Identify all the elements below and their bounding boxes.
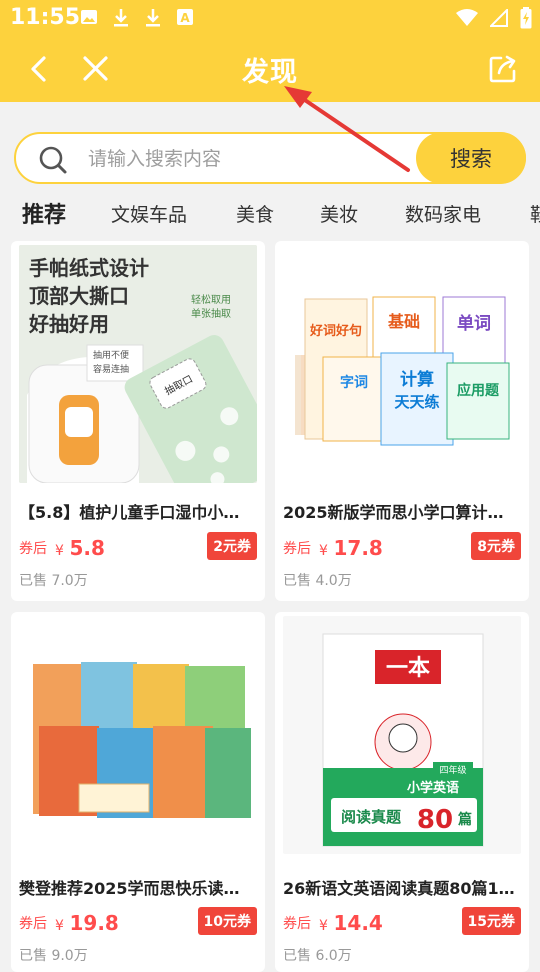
sold-count: 已售 9.0万 <box>19 948 88 964</box>
product-image <box>19 616 257 854</box>
product-title: 樊登推荐2025学而思快乐读… <box>19 879 240 898</box>
image-caption: 抽用不便 <box>93 349 129 361</box>
price-value: 14.4 <box>333 911 383 935</box>
image-caption: 计算 <box>400 369 434 390</box>
price-row: 券后 ¥ 19.8 10元券 <box>19 907 257 935</box>
tab-entertainment-car[interactable]: 文娱车品 <box>111 200 187 227</box>
price-row: 券后 ¥ 17.8 8元券 <box>283 532 521 560</box>
image-caption: 单词 <box>457 313 491 334</box>
image-caption: 小学英语 <box>407 780 459 796</box>
price-row: 券后 ¥ 5.8 2元券 <box>19 532 257 560</box>
image-caption: 容易连抽 <box>93 363 129 375</box>
after-coupon-label: 券后 <box>283 916 311 932</box>
category-tabs: 推荐 文娱车品 美食 美妆 数码家电 鞋 <box>0 196 540 232</box>
currency-symbol: ¥ <box>55 918 64 934</box>
image-caption: 单张抽取 <box>191 307 231 320</box>
product-image: 手帕纸式设计 顶部大撕口 好抽好用 抽用不便 容易连抽 抽取口 轻松取用 单张抽… <box>19 245 257 483</box>
after-coupon-label: 券后 <box>19 916 47 932</box>
product-title: 26新语文英语阅读真题80篇1… <box>283 879 515 898</box>
coupon-badge: 10元券 <box>197 907 257 935</box>
image-caption: 80 <box>417 805 453 835</box>
price-value: 19.8 <box>69 911 119 935</box>
image-caption: 应用题 <box>457 382 500 399</box>
image-caption: 手帕纸式设计 <box>29 256 149 280</box>
image-caption: 好词好句 <box>309 323 362 339</box>
product-image: 好词好句 基础 单词 字词 计算 天天练 应用题 <box>283 245 521 483</box>
sold-count: 已售 6.0万 <box>283 948 352 964</box>
image-caption: 阅读真题 <box>341 808 402 826</box>
currency-symbol: ¥ <box>55 543 64 559</box>
image-caption: 篇 <box>457 811 472 828</box>
price: ¥ 14.4 <box>319 911 383 935</box>
tab-digital-appliances[interactable]: 数码家电 <box>405 200 481 227</box>
product-title: 2025新版学而思小学口算计… <box>283 503 504 522</box>
currency-symbol: ¥ <box>319 918 328 934</box>
price-value: 17.8 <box>333 536 383 560</box>
product-card[interactable]: 手帕纸式设计 顶部大撕口 好抽好用 抽用不便 容易连抽 抽取口 轻松取用 单张抽… <box>11 241 265 601</box>
price-row: 券后 ¥ 14.4 15元券 <box>283 907 521 935</box>
image-caption: 基础 <box>387 312 420 331</box>
after-coupon-label: 券后 <box>283 541 311 557</box>
annotation-arrow <box>284 86 410 172</box>
image-caption: 轻松取用 <box>191 293 231 306</box>
price: ¥ 17.8 <box>319 536 383 560</box>
tab-recommend[interactable]: 推荐 <box>22 197 66 229</box>
after-coupon-label: 券后 <box>19 541 47 557</box>
sold-count: 已售 4.0万 <box>283 573 352 589</box>
currency-symbol: ¥ <box>319 543 328 559</box>
product-card[interactable]: 一本 四年级 小学英语 阅读真题 80 篇 26新语文英语阅读真题80篇1… 券… <box>275 612 529 972</box>
coupon-badge: 8元券 <box>471 532 521 560</box>
price: ¥ 19.8 <box>55 911 119 935</box>
tab-food[interactable]: 美食 <box>236 200 274 227</box>
tab-shoes[interactable]: 鞋 <box>530 200 540 227</box>
image-caption: 天天练 <box>394 393 439 411</box>
price-value: 5.8 <box>69 536 105 560</box>
product-image: 一本 四年级 小学英语 阅读真题 80 篇 <box>283 616 521 854</box>
tab-beauty[interactable]: 美妆 <box>320 200 358 227</box>
image-caption: 顶部大撕口 <box>29 284 129 308</box>
sold-count: 已售 7.0万 <box>19 573 88 589</box>
product-card[interactable]: 樊登推荐2025学而思快乐读… 券后 ¥ 19.8 10元券 已售 9.0万 <box>11 612 265 972</box>
image-caption: 一本 <box>386 655 430 681</box>
product-card[interactable]: 好词好句 基础 单词 字词 计算 天天练 应用题 2025新版学而思小学口算计…… <box>275 241 529 601</box>
price: ¥ 5.8 <box>55 536 105 560</box>
product-title: 【5.8】植护儿童手口湿巾小… <box>19 503 240 522</box>
coupon-badge: 15元券 <box>461 907 521 935</box>
coupon-badge: 2元券 <box>207 532 257 560</box>
image-caption: 好抽好用 <box>28 312 109 336</box>
image-caption: 字词 <box>340 374 368 391</box>
image-caption: 四年级 <box>439 764 466 776</box>
